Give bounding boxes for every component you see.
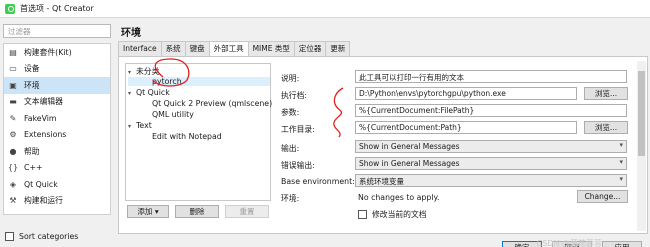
- red-annotations: [152, 58, 344, 138]
- circle-annotation: [152, 58, 190, 87]
- brace-annotation: [333, 87, 344, 138]
